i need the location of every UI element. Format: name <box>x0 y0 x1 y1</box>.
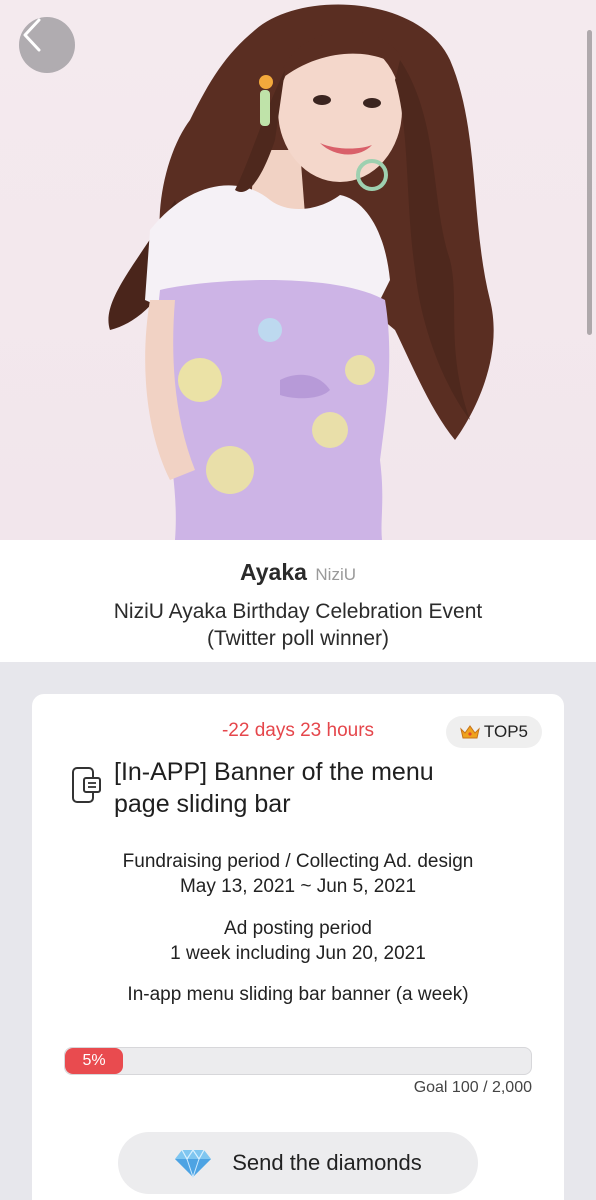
rank-badge-label: TOP5 <box>483 722 528 741</box>
chevron-left-icon <box>23 18 41 52</box>
send-diamonds-button[interactable]: Send the diamonds <box>118 1132 478 1194</box>
goal-text: Goal 100 / 2,000 <box>413 1079 532 1096</box>
ad-title-row: [In-APP] Banner of the menu page sliding… <box>70 756 540 820</box>
fundraising-dates: May 13, 2021 ~ Jun 5, 2021 <box>179 876 417 897</box>
mobile-ad-icon <box>72 767 101 803</box>
diamond-icon <box>175 1148 212 1178</box>
posting-label: Ad posting period <box>224 918 372 939</box>
rank-badge: TOP5 <box>445 716 542 748</box>
event-info: Ayaka NiziU NiziU Ayaka Birthday Celebra… <box>0 540 596 662</box>
posting-dates: 1 week including Jun 20, 2021 <box>170 943 426 964</box>
hero-photo <box>0 0 596 540</box>
artist-row: Ayaka NiziU <box>0 559 596 586</box>
event-title: NiziU Ayaka Birthday Celebration Event (… <box>0 598 596 652</box>
send-diamonds-label: Send the diamonds <box>232 1150 422 1175</box>
crown-icon <box>460 725 480 739</box>
progress-fill: 5% <box>65 1048 123 1074</box>
ad-card: -22 days 23 hours TOP5 [In-APP] Banner o… <box>32 694 564 1200</box>
fundraising-label: Fundraising period / Collecting Ad. desi… <box>122 851 474 872</box>
scrollbar-thumb[interactable] <box>587 30 592 335</box>
artist-group: NiziU <box>315 565 356 584</box>
hero-illustration <box>108 4 494 540</box>
ad-title-line1: [In-APP] Banner of the menu <box>114 758 434 786</box>
product-description: In-app menu sliding bar banner (a week) <box>127 984 469 1005</box>
ad-title-line2: page sliding bar <box>114 790 291 818</box>
fundraising-period: Fundraising period / Collecting Ad. desi… <box>32 849 564 899</box>
progress-bar: 5% <box>64 1047 532 1075</box>
ad-title: [In-APP] Banner of the menu page sliding… <box>114 756 434 820</box>
artist-name: Ayaka <box>240 559 307 585</box>
back-button[interactable] <box>19 17 75 73</box>
posting-period: Ad posting period 1 week including Jun 2… <box>32 916 564 966</box>
event-title-line1: NiziU Ayaka Birthday Celebration Event <box>113 600 483 623</box>
event-title-line2: (Twitter poll winner) <box>206 627 390 650</box>
